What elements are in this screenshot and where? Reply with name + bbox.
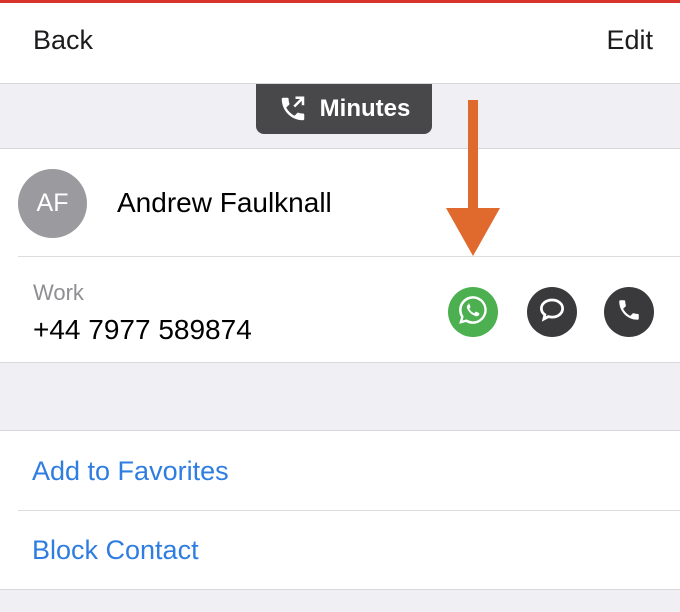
back-button[interactable]: Back bbox=[33, 25, 93, 56]
phone-number[interactable]: +44 7977 589874 bbox=[33, 314, 252, 346]
call-minutes-label: Minutes bbox=[319, 95, 411, 122]
divider bbox=[18, 256, 680, 257]
contact-actions-group: Add to Favorites Block Contact bbox=[0, 430, 680, 590]
divider bbox=[18, 510, 680, 511]
phone-transfer-icon bbox=[278, 94, 308, 124]
block-contact-button[interactable]: Block Contact bbox=[32, 535, 199, 566]
whatsapp-icon bbox=[456, 293, 490, 332]
phone-icon bbox=[616, 297, 642, 328]
phone-type-label: Work bbox=[33, 280, 84, 305]
whatsapp-button[interactable] bbox=[448, 287, 498, 337]
pointer-arrow bbox=[446, 100, 500, 256]
message-bubble-icon bbox=[537, 295, 567, 330]
contact-name: Andrew Faulknall bbox=[117, 187, 332, 218]
contact-card: AF Andrew Faulknall Work +44 7977 589874 bbox=[0, 148, 680, 363]
call-button[interactable] bbox=[604, 287, 654, 337]
call-minutes-pill[interactable]: Minutes bbox=[256, 84, 432, 134]
add-to-favorites-button[interactable]: Add to Favorites bbox=[32, 456, 229, 487]
navigation-bar: Back Edit bbox=[0, 3, 680, 84]
message-button[interactable] bbox=[527, 287, 577, 337]
edit-button[interactable]: Edit bbox=[606, 25, 653, 56]
avatar: AF bbox=[18, 169, 87, 238]
